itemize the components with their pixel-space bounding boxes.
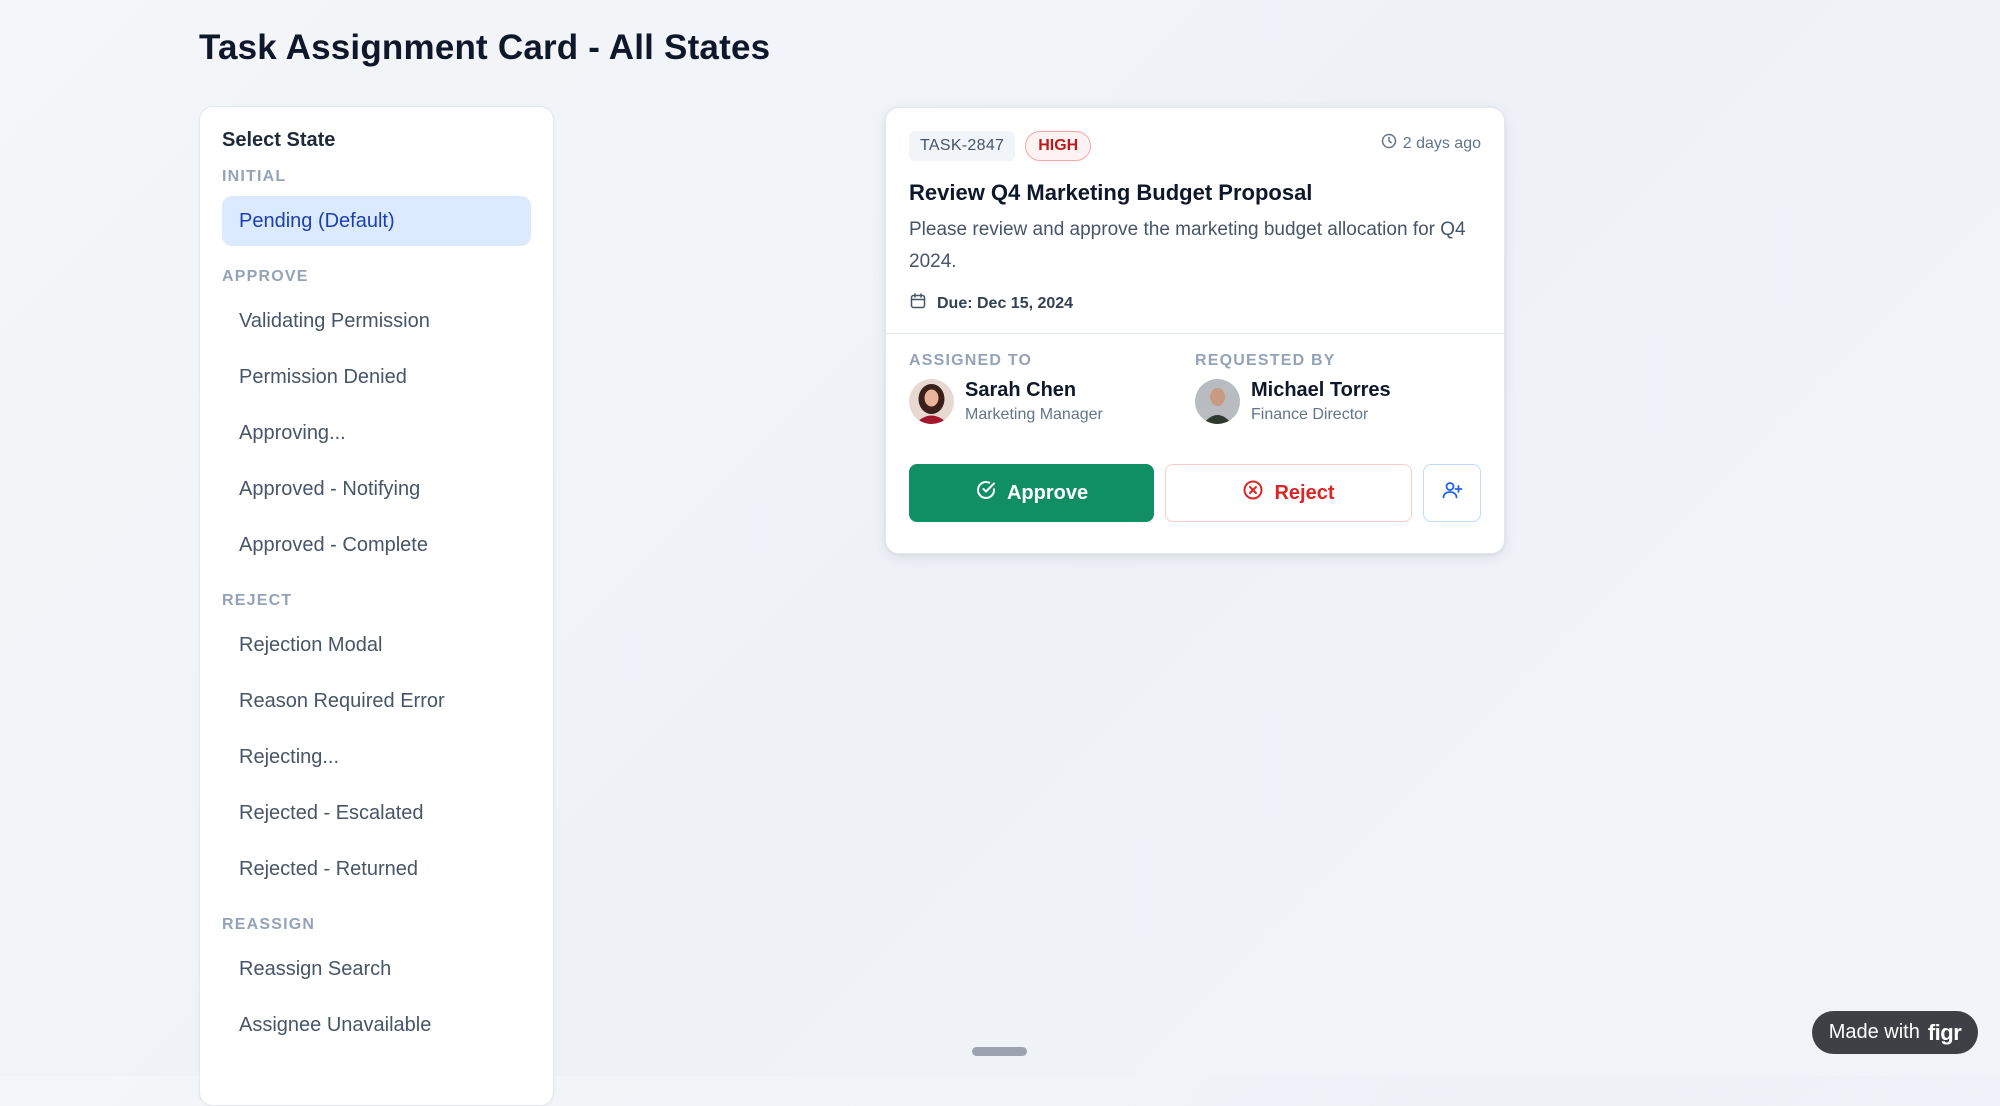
state-item-approved-complete[interactable]: Approved - Complete	[222, 520, 531, 570]
people-section: ASSIGNED TO Sarah Chen Marketing Manager	[886, 334, 1504, 464]
approve-label: Approve	[1006, 481, 1089, 504]
reject-button[interactable]: Reject	[1165, 464, 1412, 522]
state-item-permission-denied[interactable]: Permission Denied	[222, 352, 531, 402]
made-with-text: Made with	[1828, 1021, 1920, 1043]
group-label: APPROVE	[222, 268, 309, 285]
clock-icon	[1381, 133, 1397, 154]
reject-label: Reject	[1274, 481, 1335, 504]
state-item-rejecting[interactable]: Rejecting...	[222, 732, 531, 782]
user-plus-icon	[1441, 479, 1463, 507]
state-item-reason-required-error[interactable]: Reason Required Error	[222, 676, 531, 726]
requested-by: REQUESTED BY Michael Torres Finance Dire…	[1195, 352, 1481, 464]
assignee-name: Sarah Chen	[965, 379, 1077, 401]
task-description: Please review and approve the marketing …	[909, 219, 1466, 272]
state-item-rejected-escalated[interactable]: Rejected - Escalated	[222, 788, 531, 838]
avatar	[909, 379, 954, 424]
timestamp: 2 days ago	[1381, 133, 1481, 154]
state-item-assignee-unavailable[interactable]: Assignee Unavailable	[222, 1000, 531, 1050]
task-id-badge: TASK-2847	[909, 131, 1016, 161]
brand-logo: figr	[1927, 1019, 1962, 1045]
state-item-approved-notifying[interactable]: Approved - Notifying	[222, 464, 531, 514]
group-label: REASSIGN	[222, 916, 316, 933]
due-date-text: Due: Dec 15, 2024	[937, 294, 1074, 312]
state-item-rejection-modal[interactable]: Rejection Modal	[222, 620, 531, 670]
state-item-pending[interactable]: Pending (Default)	[222, 196, 531, 246]
requester-role: Finance Director	[1251, 406, 1369, 423]
state-group-reject: REJECT Rejection Modal Reason Required E…	[222, 592, 531, 894]
state-item-validating-permission[interactable]: Validating Permission	[222, 296, 531, 346]
state-group-reassign: REASSIGN Reassign Search Assignee Unavai…	[222, 916, 531, 1050]
scroll-handle[interactable]	[972, 1047, 1027, 1056]
action-row: Approve Reject	[886, 464, 1504, 522]
state-item-approving[interactable]: Approving...	[222, 408, 531, 458]
due-date: Due: Dec 15, 2024	[909, 292, 1481, 315]
page-title: Task Assignment Card - All States	[199, 28, 771, 67]
assignee-role: Marketing Manager	[965, 406, 1103, 423]
group-label: INITIAL	[222, 168, 287, 185]
task-card: TASK-2847 HIGH 2 days ago Review Q4 Mark…	[885, 107, 1505, 554]
sidebar-heading: Select State	[222, 129, 336, 151]
priority-badge: HIGH	[1025, 131, 1092, 161]
timestamp-text: 2 days ago	[1402, 134, 1481, 152]
state-item-reassign-search[interactable]: Reassign Search	[222, 944, 531, 994]
assigned-to: ASSIGNED TO Sarah Chen Marketing Manager	[909, 352, 1195, 464]
state-group-initial: INITIAL Pending (Default)	[222, 168, 531, 246]
calendar-icon	[909, 292, 927, 315]
avatar	[1195, 379, 1240, 424]
made-with-badge[interactable]: Made with figr	[1812, 1011, 1978, 1054]
assigned-to-label: ASSIGNED TO	[909, 352, 1033, 369]
state-selector-panel: Select State INITIAL Pending (Default) A…	[199, 106, 554, 1106]
requested-by-label: REQUESTED BY	[1195, 352, 1336, 369]
x-circle-icon	[1242, 479, 1264, 507]
requester-name: Michael Torres	[1251, 379, 1391, 401]
state-item-rejected-returned[interactable]: Rejected - Returned	[222, 844, 531, 894]
task-title: Review Q4 Marketing Budget Proposal	[909, 180, 1313, 205]
check-circle-icon	[975, 479, 997, 507]
reassign-button[interactable]	[1423, 464, 1481, 522]
approve-button[interactable]: Approve	[909, 464, 1154, 522]
state-group-approve: APPROVE Validating Permission Permission…	[222, 268, 531, 570]
group-label: REJECT	[222, 592, 293, 609]
